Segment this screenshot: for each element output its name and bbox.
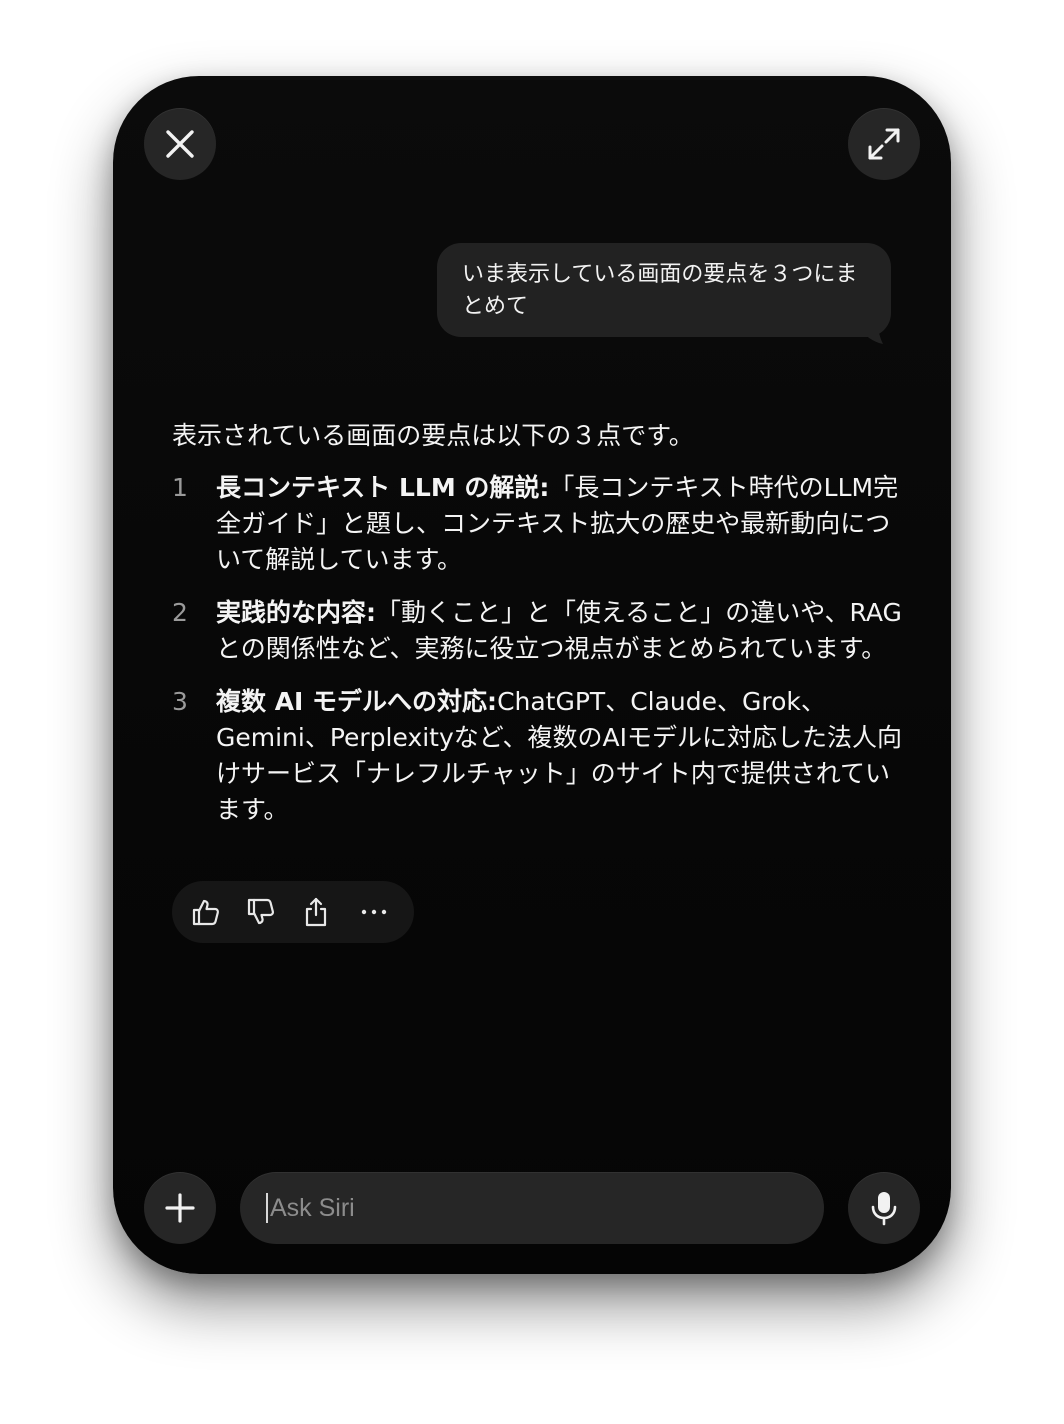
summary-list: 1 長コンテキスト LLM の解説:「長コンテキスト時代のLLM完全ガイド」と題… xyxy=(172,470,902,828)
siri-panel: いま表示している画面の要点を３つにまとめて 表示されている画面の要点は以下の３点… xyxy=(113,76,951,1274)
summary-item: 3 複数 AI モデルへの対応:ChatGPT、Claude、Grok、Gemi… xyxy=(172,684,902,828)
item-body: 複数 AI モデルへの対応:ChatGPT、Claude、Grok、Gemini… xyxy=(216,684,902,828)
thumbs-down-icon[interactable] xyxy=(245,896,277,928)
assistant-response: 表示されている画面の要点は以下の３点です。 1 長コンテキスト LLM の解説:… xyxy=(172,418,902,845)
item-body: 実践的な内容:「動くこと」と「使えること」の違いや、RAGとの関係性など、実務に… xyxy=(216,595,902,667)
expand-icon xyxy=(866,126,902,162)
user-message-bubble: いま表示している画面の要点を３つにまとめて xyxy=(437,243,891,337)
bubble-tail xyxy=(857,314,883,344)
item-number: 2 xyxy=(172,598,188,627)
close-button[interactable] xyxy=(144,108,216,180)
microphone-icon xyxy=(869,1190,899,1226)
summary-item: 1 長コンテキスト LLM の解説:「長コンテキスト時代のLLM完全ガイド」と題… xyxy=(172,470,902,578)
item-number: 3 xyxy=(172,687,188,716)
share-icon[interactable] xyxy=(300,896,332,928)
close-icon xyxy=(165,129,195,159)
thumbs-up-icon[interactable] xyxy=(190,896,222,928)
item-title: 複数 AI モデルへの対応: xyxy=(216,687,498,716)
user-message-text: いま表示している画面の要点を３つにまとめて xyxy=(462,262,858,319)
item-body: 長コンテキスト LLM の解説:「長コンテキスト時代のLLM完全ガイド」と題し、… xyxy=(216,470,902,578)
response-intro: 表示されている画面の要点は以下の３点です。 xyxy=(172,421,694,450)
ask-siri-input[interactable]: Ask Siri xyxy=(240,1172,824,1244)
item-number: 1 xyxy=(172,473,188,502)
expand-button[interactable] xyxy=(848,108,920,180)
response-action-bar xyxy=(172,881,414,943)
summary-item: 2 実践的な内容:「動くこと」と「使えること」の違いや、RAGとの関係性など、実… xyxy=(172,595,902,667)
item-title: 実践的な内容: xyxy=(216,598,376,627)
input-placeholder: Ask Siri xyxy=(270,1193,355,1222)
item-title: 長コンテキスト LLM の解説: xyxy=(216,473,550,502)
microphone-button[interactable] xyxy=(848,1172,920,1244)
plus-icon xyxy=(165,1193,195,1223)
text-caret xyxy=(266,1193,268,1223)
more-icon[interactable] xyxy=(358,896,390,928)
add-button[interactable] xyxy=(144,1172,216,1244)
